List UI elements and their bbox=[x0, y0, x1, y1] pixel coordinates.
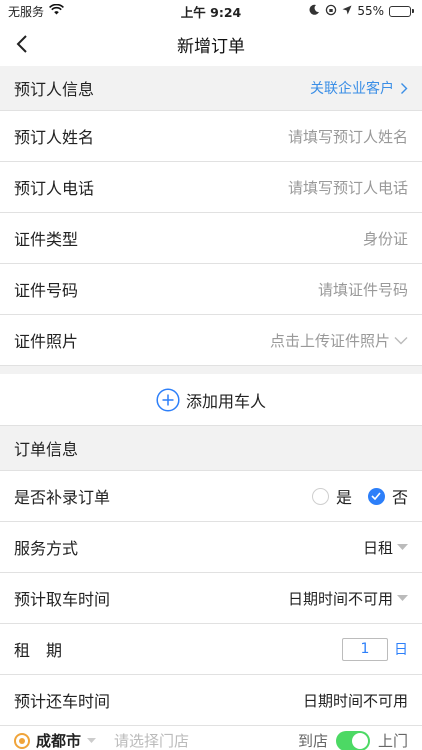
pickup-time-label: 预计取车时间 bbox=[14, 590, 111, 609]
radio-yes[interactable]: 是 bbox=[311, 484, 352, 508]
chevron-right-icon bbox=[401, 82, 408, 94]
mode-toggle[interactable] bbox=[335, 730, 370, 750]
service-type-value: 日租 bbox=[362, 538, 393, 557]
caret-down-icon bbox=[397, 595, 408, 601]
store-select[interactable]: 请选择门店 bbox=[114, 730, 189, 750]
booker-name-label: 预订人姓名 bbox=[14, 128, 95, 147]
rental-period-label: 租 期 bbox=[14, 641, 63, 660]
supplement-order-label: 是否补录订单 bbox=[14, 488, 111, 507]
id-type-label: 证件类型 bbox=[14, 230, 79, 249]
store-select-row: 成都市 请选择门店 到店 上门 bbox=[0, 726, 422, 750]
id-type-select[interactable]: 身份证 bbox=[363, 228, 408, 249]
order-section-header: 订单信息 bbox=[0, 426, 422, 471]
booker-phone-input[interactable]: 请填写预订人电话 bbox=[288, 177, 408, 198]
booker-phone-label: 预订人电话 bbox=[14, 179, 95, 198]
id-photo-row[interactable]: 证件照片 点击上传证件照片 bbox=[0, 315, 422, 366]
moon-icon bbox=[309, 4, 320, 18]
id-photo-label: 证件照片 bbox=[14, 332, 79, 351]
chevron-left-icon bbox=[16, 35, 27, 53]
rental-period-unit: 日 bbox=[394, 642, 408, 658]
page-title: 新增订单 bbox=[177, 36, 245, 57]
wifi-icon bbox=[49, 3, 64, 18]
nav-bar: 新增订单 bbox=[0, 22, 422, 66]
radio-no-label: 否 bbox=[391, 488, 408, 507]
id-photo-upload-text: 点击上传证件照片 bbox=[269, 331, 390, 350]
caret-down-icon bbox=[397, 544, 408, 550]
return-time-value[interactable]: 日期时间不可用 bbox=[303, 690, 408, 711]
checkmark-icon bbox=[371, 492, 382, 500]
add-driver-button[interactable]: 添加用车人 bbox=[0, 374, 422, 426]
pickup-time-select[interactable]: 日期时间不可用 bbox=[288, 588, 408, 609]
id-number-row[interactable]: 证件号码 请填证件号码 bbox=[0, 264, 422, 315]
radio-yes-circle bbox=[311, 487, 329, 505]
booker-phone-row[interactable]: 预订人电话 请填写预订人电话 bbox=[0, 162, 422, 213]
rental-period-input[interactable]: 1 bbox=[342, 637, 388, 661]
status-left: 无服务 bbox=[8, 3, 64, 20]
link-enterprise-customer[interactable]: 关联企业客户 bbox=[310, 78, 408, 98]
add-driver-label: 添加用车人 bbox=[185, 391, 266, 411]
radio-no-checked bbox=[367, 487, 385, 505]
booker-section-header: 预订人信息 关联企业客户 bbox=[0, 66, 422, 111]
status-right: 55% bbox=[309, 4, 414, 19]
return-time-label: 预计还车时间 bbox=[14, 692, 111, 711]
service-type-row[interactable]: 服务方式 日租 bbox=[0, 522, 422, 573]
booker-name-row[interactable]: 预订人姓名 请填写预订人姓名 bbox=[0, 111, 422, 162]
id-photo-upload[interactable]: 点击上传证件照片 bbox=[270, 330, 408, 351]
status-bar: 无服务 上午 9:24 55% bbox=[0, 0, 422, 22]
id-number-label: 证件号码 bbox=[14, 281, 79, 300]
rotation-lock-icon bbox=[325, 4, 337, 19]
city-select[interactable]: 成都市 bbox=[14, 730, 97, 750]
mode-door-label: 上门 bbox=[377, 732, 408, 750]
service-type-label: 服务方式 bbox=[14, 539, 79, 558]
booker-name-input[interactable]: 请填写预订人姓名 bbox=[288, 126, 408, 147]
supplement-radio-group: 是 否 bbox=[302, 484, 408, 508]
id-type-row[interactable]: 证件类型 身份证 bbox=[0, 213, 422, 264]
rental-period-stepper: 1 日 bbox=[342, 637, 408, 661]
caret-down-icon bbox=[87, 738, 97, 743]
radio-no[interactable]: 否 bbox=[367, 484, 408, 508]
carrier-text: 无服务 bbox=[8, 4, 45, 19]
rental-period-row: 租 期 1 日 bbox=[0, 624, 422, 675]
booker-section-title: 预订人信息 bbox=[14, 80, 95, 99]
mode-in-store-label: 到店 bbox=[297, 732, 328, 750]
plus-circle-icon bbox=[156, 387, 180, 412]
pickup-time-value: 日期时间不可用 bbox=[287, 589, 393, 608]
battery-percent: 55% bbox=[357, 4, 384, 18]
chevron-down-icon bbox=[394, 336, 408, 344]
location-pin-icon bbox=[14, 732, 30, 749]
location-arrow-icon bbox=[342, 4, 352, 18]
return-time-row[interactable]: 预计还车时间 日期时间不可用 bbox=[0, 675, 422, 726]
battery-icon bbox=[389, 5, 414, 17]
link-enterprise-customer-label: 关联企业客户 bbox=[310, 81, 394, 97]
id-number-input[interactable]: 请填证件号码 bbox=[318, 279, 408, 300]
pickup-time-row[interactable]: 预计取车时间 日期时间不可用 bbox=[0, 573, 422, 624]
supplement-order-row: 是否补录订单 是 否 bbox=[0, 471, 422, 522]
back-button[interactable] bbox=[0, 22, 44, 66]
service-mode: 到店 上门 bbox=[298, 730, 408, 750]
city-value: 成都市 bbox=[36, 732, 82, 750]
order-section-title: 订单信息 bbox=[14, 440, 79, 459]
radio-yes-label: 是 bbox=[335, 488, 352, 507]
service-type-select[interactable]: 日租 bbox=[363, 537, 408, 558]
